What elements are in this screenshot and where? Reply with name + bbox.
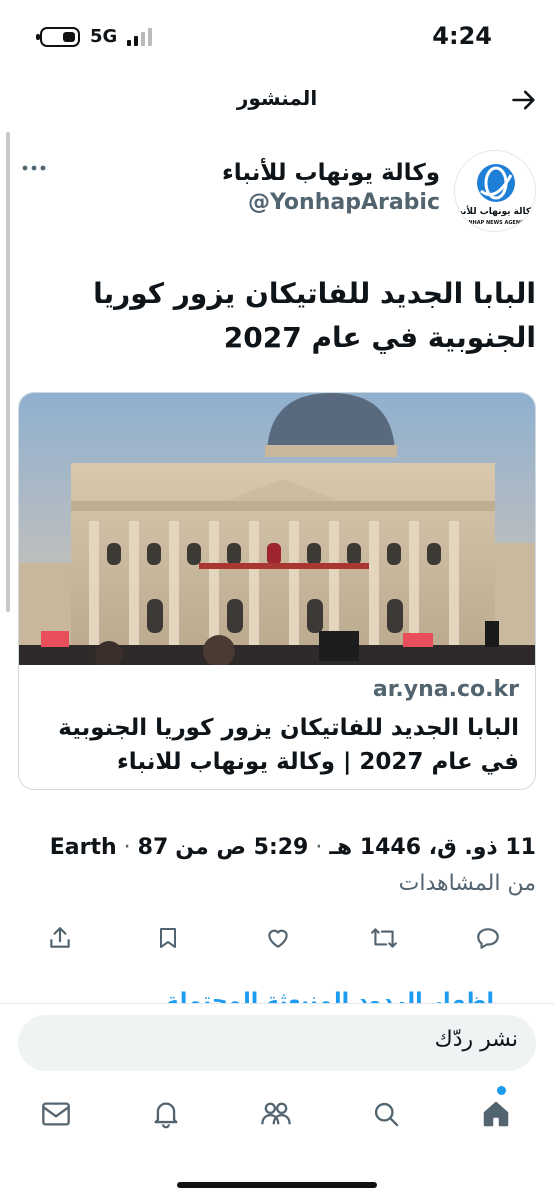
- post-time: 5:29 ص من: [175, 835, 309, 860]
- card-image: [19, 393, 535, 665]
- post-actions: [40, 918, 514, 958]
- status-bar: 5G 4:24: [0, 0, 554, 76]
- like-button[interactable]: [258, 918, 298, 958]
- post-source[interactable]: Earth: [50, 835, 117, 860]
- author-names[interactable]: وكالة يونهاب للأنباء @YonhapArabic: [222, 160, 440, 215]
- post-meta: 11 ذو. ق، 1446 هـ · 5:29 ص من Earth · 87…: [16, 830, 536, 902]
- avatar[interactable]: وكالة يونهاب للأنباء YONHAP NEWS AGENCY: [454, 150, 536, 232]
- home-indicator[interactable]: [177, 1182, 377, 1188]
- share-icon: [50, 927, 70, 948]
- bookmark-button[interactable]: [148, 918, 188, 958]
- share-button[interactable]: [40, 918, 80, 958]
- notification-dot: [497, 1086, 506, 1095]
- link-card[interactable]: ar.yna.co.kr البابا الجديد للفاتيكان يزو…: [18, 392, 536, 790]
- views-count: 87: [137, 835, 169, 860]
- nav-home[interactable]: [476, 1086, 516, 1136]
- yonhap-logo-icon: وكالة يونهاب للأنباء YONHAP NEWS AGENCY: [454, 164, 535, 226]
- divider: [0, 1003, 554, 1004]
- nav-search[interactable]: [366, 1092, 406, 1136]
- repost-icon: [371, 928, 397, 948]
- heart-icon: [268, 929, 288, 948]
- views-label: من المشاهدات: [398, 871, 536, 896]
- battery-icon: [36, 26, 80, 47]
- logo-arabic-text: وكالة يونهاب للأنباء: [454, 205, 535, 217]
- signal-icon: [127, 27, 153, 46]
- communities-icon: [261, 1102, 291, 1125]
- card-domain[interactable]: ar.yna.co.kr: [373, 677, 519, 702]
- more-options-icon[interactable]: [20, 158, 48, 178]
- network-type: 5G: [90, 26, 118, 47]
- nav-communities[interactable]: [256, 1092, 296, 1136]
- status-indicators: 5G: [36, 26, 153, 47]
- post-date: 11 ذو. ق، 1446 هـ: [329, 835, 536, 860]
- nav-notifications[interactable]: [146, 1092, 186, 1136]
- repost-button[interactable]: [364, 918, 404, 958]
- meta-separator: ·: [308, 835, 323, 860]
- bottom-nav: [0, 1086, 554, 1142]
- home-icon: [483, 1101, 509, 1127]
- comment-icon: [477, 928, 499, 949]
- logo-english-text: YONHAP NEWS AGENCY: [460, 220, 528, 226]
- display-name[interactable]: وكالة يونهاب للأنباء: [222, 160, 440, 186]
- bookmark-icon: [160, 928, 176, 948]
- meta-separator: ·: [123, 835, 138, 860]
- reply-placeholder[interactable]: نشر ردّك: [435, 1027, 518, 1052]
- mail-icon: [42, 1102, 70, 1126]
- clock: 4:24: [432, 22, 492, 50]
- post-author: وكالة يونهاب للأنباء YONHAP NEWS AGENCY …: [18, 150, 536, 232]
- back-arrow-icon[interactable]: [510, 86, 538, 114]
- author-handle[interactable]: @YonhapArabic: [222, 190, 440, 215]
- post-text: البابا الجديد للفاتيكان يزور كوريا الجنو…: [93, 277, 536, 354]
- scroll-indicator[interactable]: [6, 132, 10, 612]
- card-title[interactable]: البابا الجديد للفاتيكان يزور كوريا الجنو…: [29, 711, 519, 779]
- nav-messages[interactable]: [36, 1092, 76, 1136]
- reply-button[interactable]: [468, 918, 508, 958]
- page-title: المنشور: [236, 86, 318, 110]
- replies-peek-text[interactable]: إظهار الردود المنبعثة المحتملة: [74, 982, 494, 1004]
- reply-field[interactable]: نشر ردّك: [18, 1015, 536, 1071]
- bell-icon: [154, 1102, 178, 1129]
- search-icon: [374, 1102, 399, 1127]
- top-bar: المنشور: [0, 76, 554, 126]
